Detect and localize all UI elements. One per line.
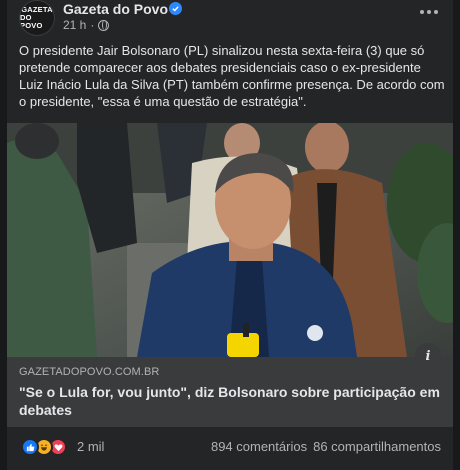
post-stats: 894 comentários 86 compartilhamentos xyxy=(211,439,441,454)
shares-count[interactable]: 86 compartilhamentos xyxy=(313,439,441,454)
more-options-icon[interactable] xyxy=(417,4,441,20)
meta-separator: · xyxy=(90,18,95,32)
post-header: GAZETA DO POVO Gazeta do Povo 21 h · xyxy=(7,0,453,40)
photo-illustration xyxy=(7,123,453,357)
link-headline[interactable]: "Se o Lula for, vou junto", diz Bolsonar… xyxy=(19,383,441,419)
page-name-link[interactable]: Gazeta do Povo xyxy=(63,1,168,17)
like-reaction-icon xyxy=(21,438,39,456)
feed-post: GAZETA DO POVO Gazeta do Povo 21 h · O p… xyxy=(7,0,453,470)
article-photo[interactable] xyxy=(7,123,453,357)
page-avatar[interactable]: GAZETA DO POVO xyxy=(19,0,55,36)
verified-badge-icon xyxy=(169,2,182,15)
post-meta: 21 h · xyxy=(63,18,110,32)
comments-count[interactable]: 894 comentários xyxy=(211,439,307,454)
link-domain: GAZETADOPOVO.COM.BR xyxy=(19,366,160,378)
globe-icon xyxy=(98,19,110,31)
post-text: O presidente Jair Bolsonaro (PL) sinaliz… xyxy=(19,43,445,109)
link-preview[interactable]: i GAZETADOPOVO.COM.BR "Se o Lula for, vo… xyxy=(7,343,453,427)
reaction-icons[interactable] xyxy=(21,438,67,456)
reaction-count[interactable]: 2 mil xyxy=(77,439,104,454)
info-icon[interactable]: i xyxy=(415,343,441,369)
avatar-text-bottom: DO POVO xyxy=(20,13,43,30)
post-footer: 2 mil 894 comentários 86 compartilhament… xyxy=(7,427,453,470)
post-timestamp[interactable]: 21 h xyxy=(63,18,86,32)
